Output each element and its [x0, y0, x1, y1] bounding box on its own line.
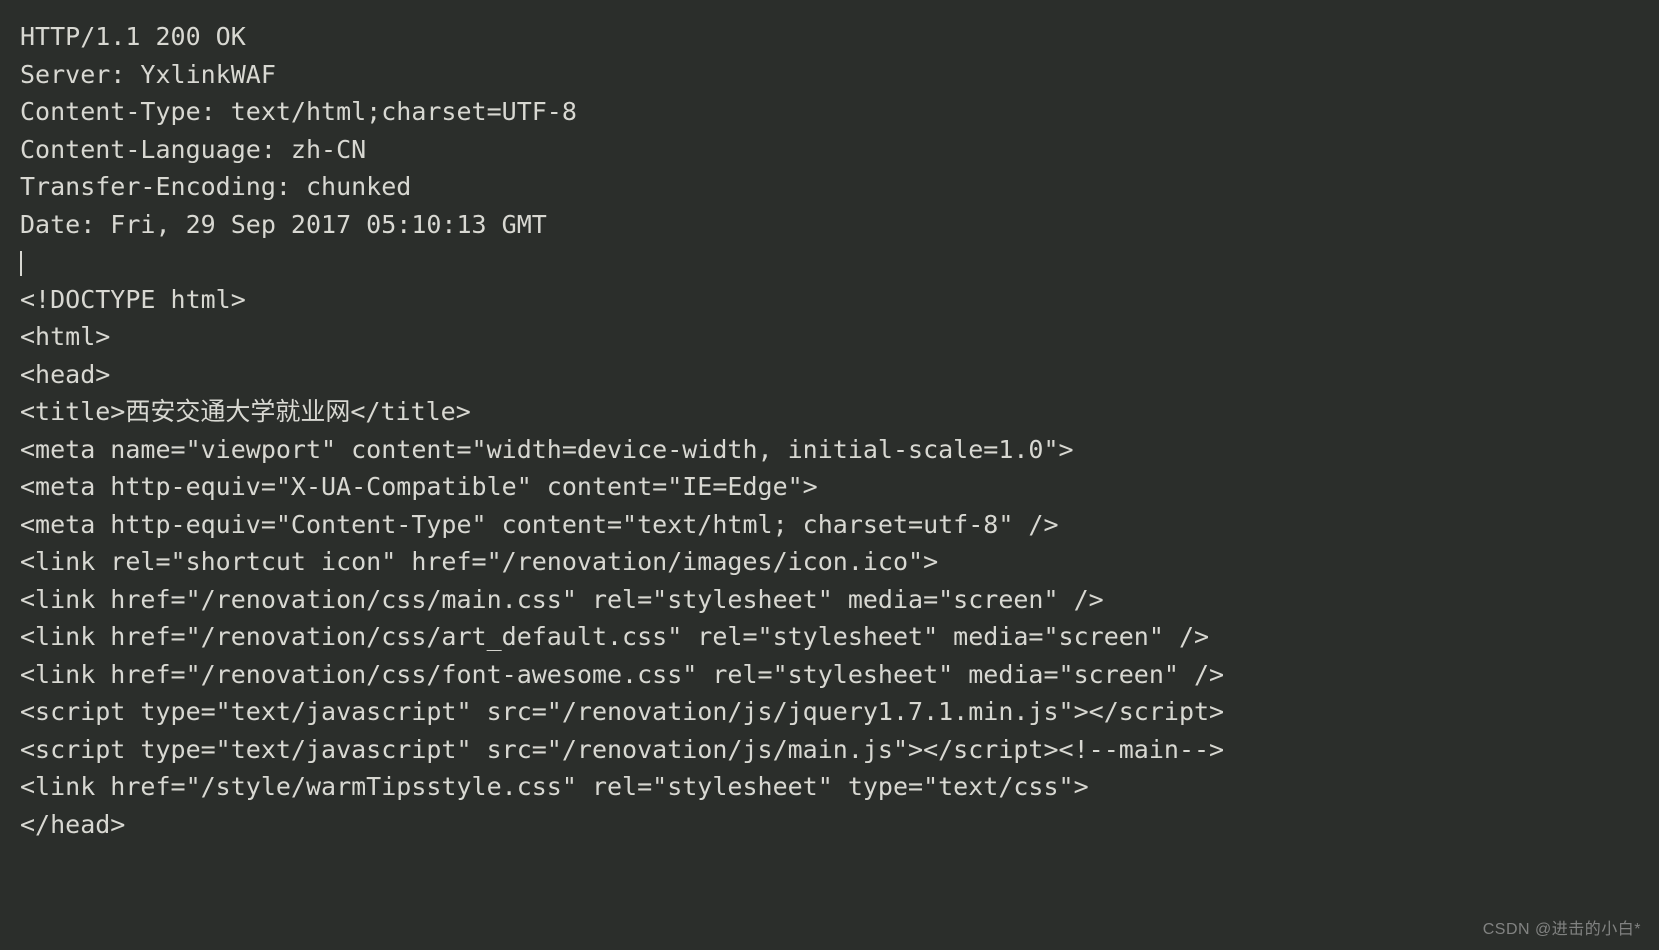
code-line: <html> [20, 322, 110, 351]
code-line: <link rel="shortcut icon" href="/renovat… [20, 547, 938, 576]
code-line: Content-Type: text/html;charset=UTF-8 [20, 97, 577, 126]
code-line: <link href="/renovation/css/art_default.… [20, 622, 1209, 651]
code-line: <script type="text/javascript" src="/ren… [20, 735, 1224, 764]
code-line: Date: Fri, 29 Sep 2017 05:10:13 GMT [20, 210, 547, 239]
code-line: <meta name="viewport" content="width=dev… [20, 435, 1074, 464]
code-line: <link href="/style/warmTipsstyle.css" re… [20, 772, 1089, 801]
terminal-output: HTTP/1.1 200 OK Server: YxlinkWAF Conten… [0, 0, 1659, 843]
text-cursor [20, 251, 22, 276]
code-line: <script type="text/javascript" src="/ren… [20, 697, 1224, 726]
code-line: </head> [20, 810, 125, 839]
watermark-text: CSDN @进击的小白* [1483, 918, 1641, 942]
code-line: <head> [20, 360, 110, 389]
code-line: <meta http-equiv="X-UA-Compatible" conte… [20, 472, 818, 501]
code-line: <title>西安交通大学就业网</title> [20, 397, 471, 426]
code-line: <link href="/renovation/css/font-awesome… [20, 660, 1224, 689]
code-line: <meta http-equiv="Content-Type" content=… [20, 510, 1059, 539]
code-line: Content-Language: zh-CN [20, 135, 366, 164]
code-line: HTTP/1.1 200 OK [20, 22, 246, 51]
code-line: Transfer-Encoding: chunked [20, 172, 411, 201]
code-line: Server: YxlinkWAF [20, 60, 276, 89]
code-line: <link href="/renovation/css/main.css" re… [20, 585, 1104, 614]
code-line: <!DOCTYPE html> [20, 285, 246, 314]
